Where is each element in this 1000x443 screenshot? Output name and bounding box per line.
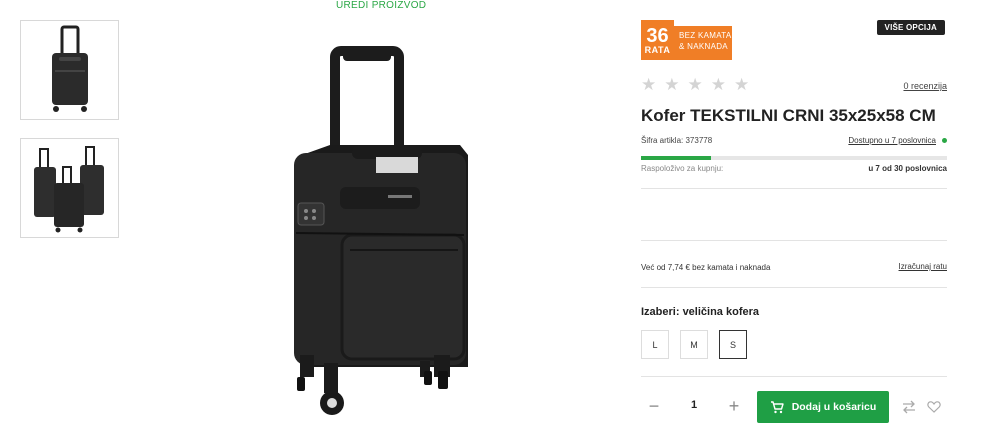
availability-link[interactable]: Dostupno u 7 poslovnica: [848, 136, 947, 145]
product-title: Kofer TEKSTILNI CRNI 35x25x58 CM: [641, 106, 936, 125]
installment-rata-label: RATA: [644, 44, 671, 55]
installment-badge: 36 RATA BEZ KAMATA & NAKNADA: [641, 20, 732, 60]
size-option-s[interactable]: S: [719, 330, 747, 359]
thumbnail-single-suitcase[interactable]: [20, 20, 119, 120]
size-heading: Izaberi: veličina kofera: [641, 306, 759, 318]
stock-label: Raspoloživo za kupnju:: [641, 164, 724, 173]
size-option-l[interactable]: L: [641, 330, 669, 359]
availability-text[interactable]: Dostupno u 7 poslovnica: [848, 136, 936, 145]
suitcase-set-thumbnail-icon: [33, 146, 104, 233]
size-options: L M S: [641, 330, 747, 359]
quantity-value[interactable]: 1: [689, 399, 699, 411]
more-options-button[interactable]: VIŠE OPCIJA: [876, 20, 945, 35]
stock-progress-bar: [641, 156, 947, 160]
stock-progress-fill: [641, 156, 712, 160]
edit-product-link[interactable]: UREDI PROIZVOD: [336, 0, 426, 11]
add-to-cart-button[interactable]: Dodaj u košaricu: [757, 391, 889, 423]
star-icon[interactable]: ★: [641, 76, 656, 93]
divider: [641, 287, 947, 288]
suitcase-thumbnail-icon: [51, 25, 88, 112]
thumbnail-suitcase-set[interactable]: [20, 138, 119, 238]
cart-icon: [770, 400, 784, 413]
star-icon[interactable]: ★: [711, 76, 726, 93]
calculate-installment-link[interactable]: Izračunaj ratu: [899, 262, 947, 271]
star-icon[interactable]: ★: [688, 76, 703, 93]
product-info-panel: 36 RATA BEZ KAMATA & NAKNADA VIŠE OPCIJA…: [641, 0, 947, 443]
installment-info: Već od 7,74 € bez kamata i naknada: [641, 263, 771, 272]
sku-value: 373778: [685, 136, 713, 145]
quantity-plus-icon[interactable]: +: [727, 396, 741, 416]
size-option-m[interactable]: M: [680, 330, 708, 359]
product-main-image: [294, 46, 468, 415]
sku-label: Šifra artikla:: [641, 136, 684, 145]
quantity-minus-icon[interactable]: −: [647, 396, 661, 416]
installment-count: 36 RATA: [641, 20, 674, 60]
badge-line-2: & NAKNADA: [679, 42, 728, 51]
star-icon[interactable]: ★: [664, 76, 679, 93]
installment-number: 36: [646, 24, 669, 47]
compare-icon[interactable]: [902, 399, 916, 415]
divider: [641, 240, 947, 241]
stock-value: u 7 od 30 poslovnica: [868, 164, 947, 173]
add-to-cart-label: Dodaj u košaricu: [791, 401, 877, 413]
reviews-link[interactable]: 0 recenzija: [903, 81, 947, 91]
badge-line-1: BEZ KAMATA: [679, 31, 732, 40]
installment-badge-text: BEZ KAMATA & NAKNADA: [674, 26, 732, 60]
sku-line: Šifra artikla: 373778: [641, 136, 712, 145]
rating-stars[interactable]: ★ ★ ★ ★ ★: [641, 76, 749, 93]
heart-icon[interactable]: [927, 399, 941, 415]
availability-dot-icon: [942, 138, 947, 143]
star-icon[interactable]: ★: [734, 76, 749, 93]
divider: [641, 188, 947, 189]
divider: [641, 376, 947, 377]
